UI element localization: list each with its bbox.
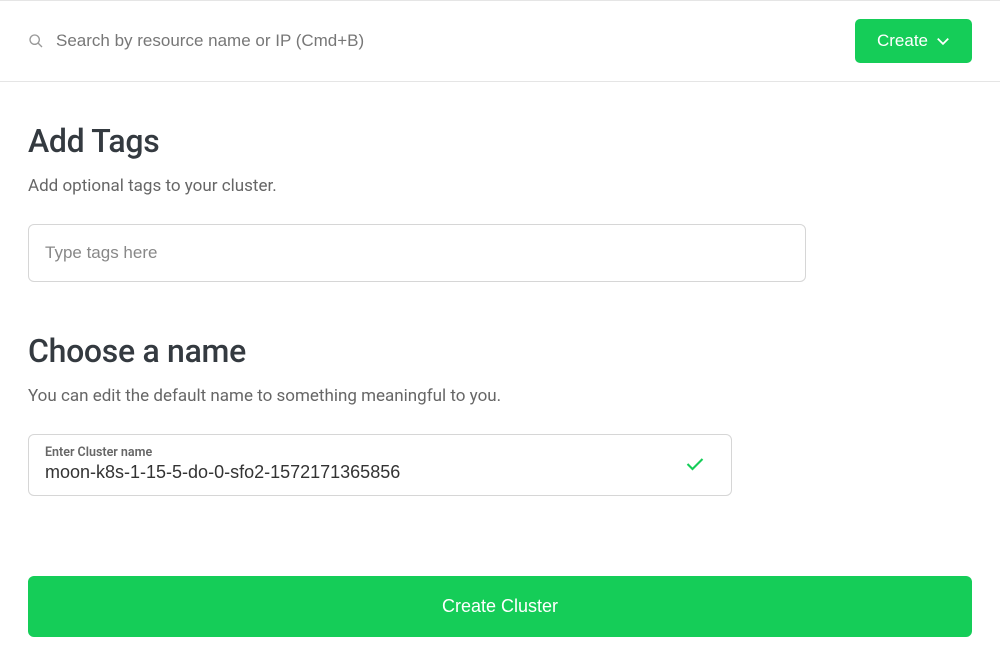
- cluster-name-field[interactable]: Enter Cluster name: [28, 434, 732, 496]
- create-button[interactable]: Create: [855, 19, 972, 63]
- search-area: [28, 31, 855, 51]
- search-input[interactable]: [56, 31, 855, 51]
- top-bar: Create: [0, 0, 1000, 82]
- add-tags-title: Add Tags: [28, 122, 972, 160]
- search-icon: [28, 33, 44, 49]
- cluster-name-label: Enter Cluster name: [45, 445, 673, 460]
- cluster-name-input[interactable]: [45, 462, 673, 483]
- choose-name-section: Choose a name You can edit the default n…: [28, 332, 972, 496]
- create-button-label: Create: [877, 31, 928, 51]
- add-tags-description: Add optional tags to your cluster.: [28, 176, 972, 196]
- chevron-down-icon: [936, 36, 950, 46]
- check-icon: [685, 456, 705, 472]
- tags-input[interactable]: [28, 224, 806, 282]
- main-content: Add Tags Add optional tags to your clust…: [0, 82, 1000, 576]
- choose-name-description: You can edit the default name to somethi…: [28, 386, 972, 406]
- cluster-name-inner: Enter Cluster name: [45, 445, 673, 483]
- footer: Create Cluster: [0, 576, 1000, 667]
- choose-name-title: Choose a name: [28, 332, 972, 370]
- create-cluster-button[interactable]: Create Cluster: [28, 576, 972, 637]
- add-tags-section: Add Tags Add optional tags to your clust…: [28, 122, 972, 282]
